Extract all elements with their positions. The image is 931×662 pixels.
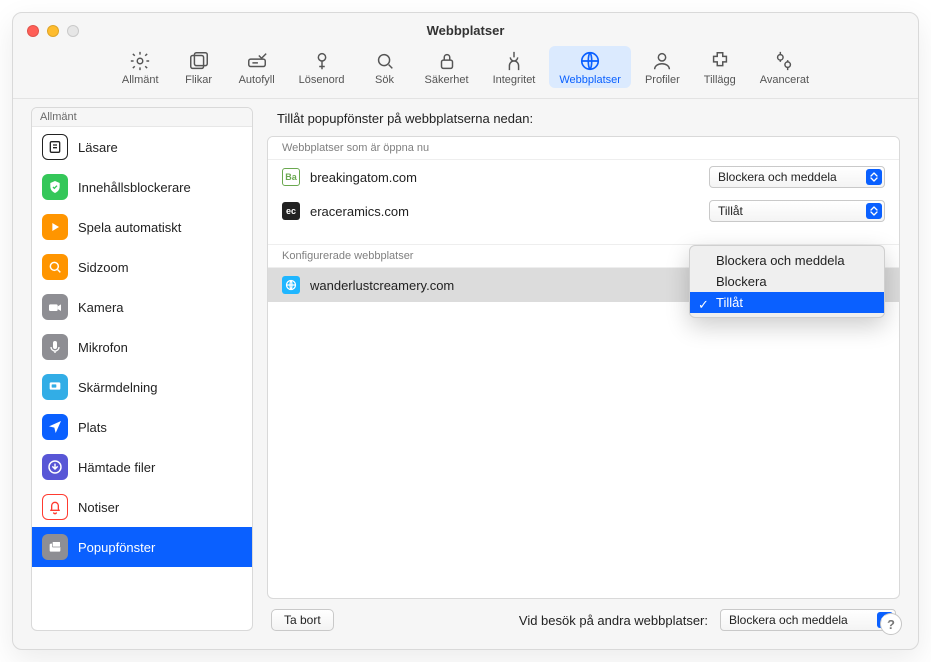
dropdown-option[interactable]: ✓ Tillåt xyxy=(690,292,884,313)
toolbar-tab-tabs[interactable]: Flikar xyxy=(173,46,225,88)
sidebar-item-pagezoom[interactable]: Sidzoom xyxy=(32,247,252,287)
permission-dropdown-menu[interactable]: Blockera och meddela Blockera ✓ Tillåt xyxy=(689,245,885,318)
toolbar-tab-search[interactable]: Sök xyxy=(359,46,411,88)
window-title: Webbplatser xyxy=(13,13,918,38)
chevron-updown-icon xyxy=(869,206,879,216)
sidebar-item-label: Sidzoom xyxy=(78,260,129,275)
popups-icon xyxy=(42,534,68,560)
main-panel: Tillåt popupfönster på webbplatserna ned… xyxy=(267,107,900,631)
sidebar-item-label: Popupfönster xyxy=(78,540,155,555)
default-behavior-label: Vid besök på andra webbplatser: xyxy=(519,613,708,628)
panel-footer: Ta bort Vid besök på andra webbplatser: … xyxy=(267,599,900,631)
toolbar-tab-security[interactable]: Säkerhet xyxy=(415,46,479,88)
sidebar-item-label: Notiser xyxy=(78,500,119,515)
camera-icon xyxy=(42,294,68,320)
toolbar-tab-extensions[interactable]: Tillägg xyxy=(694,46,746,88)
preferences-window: Webbplatser Allmänt Flikar Autofyll Lösenor… xyxy=(12,12,919,650)
toolbar-tab-label: Integritet xyxy=(493,74,536,86)
reader-icon xyxy=(42,134,68,160)
sidebar-item-label: Läsare xyxy=(78,140,118,155)
pagezoom-icon xyxy=(42,254,68,280)
screenshare-icon xyxy=(42,374,68,400)
sidebar-item-screenshare[interactable]: Skärmdelning xyxy=(32,367,252,407)
toolbar-tab-label: Avancerat xyxy=(760,74,809,86)
site-domain: breakingatom.com xyxy=(310,170,699,185)
contentblk-icon xyxy=(42,174,68,200)
content-area: Allmänt Läsare Innehållsblockerare Spela a… xyxy=(31,107,900,631)
website-row[interactable]: ec eraceramics.com Tillåt xyxy=(268,194,899,228)
permission-value: Blockera och meddela xyxy=(718,170,837,184)
default-behavior-value: Blockera och meddela xyxy=(729,613,848,627)
dropdown-option[interactable]: Blockera och meddela xyxy=(690,250,884,271)
remove-button[interactable]: Ta bort xyxy=(271,609,334,631)
chevron-updown-icon xyxy=(869,172,879,182)
toolbar-tab-passwords[interactable]: Lösenord xyxy=(289,46,355,88)
sidebar-item-microphone[interactable]: Mikrofon xyxy=(32,327,252,367)
websites-table: Webbplatser som är öppna nu Ba breakingat… xyxy=(267,136,900,599)
sidebar-item-contentblk[interactable]: Innehållsblockerare xyxy=(32,167,252,207)
toolbar-tab-websites[interactable]: Webbplatser xyxy=(549,46,631,88)
microphone-icon xyxy=(42,334,68,360)
downloads-icon xyxy=(42,454,68,480)
permission-value: Tillåt xyxy=(718,204,743,218)
toolbar-tab-label: Tillägg xyxy=(704,74,736,86)
location-icon xyxy=(42,414,68,440)
close-window-button[interactable] xyxy=(27,25,39,37)
window-controls xyxy=(27,25,79,37)
toolbar-tab-label: Profiler xyxy=(645,74,680,86)
site-domain: eraceramics.com xyxy=(310,204,699,219)
zoom-window-button[interactable] xyxy=(67,25,79,37)
minimize-window-button[interactable] xyxy=(47,25,59,37)
toolbar-tab-label: Autofyll xyxy=(239,74,275,86)
site-favicon xyxy=(282,276,300,294)
permission-select[interactable]: Blockera och meddela xyxy=(709,166,885,188)
toolbar-tab-label: Sök xyxy=(375,74,394,86)
dropdown-option-label: Blockera och meddela xyxy=(716,253,845,268)
toolbar-tab-privacy[interactable]: Integritet xyxy=(483,46,546,88)
sidebar-item-label: Mikrofon xyxy=(78,340,128,355)
site-favicon: Ba xyxy=(282,168,300,186)
preferences-toolbar: Allmänt Flikar Autofyll Lösenord Sök Säkerhet… xyxy=(13,46,918,99)
toolbar-tab-profiles[interactable]: Profiler xyxy=(635,46,690,88)
sidebar-item-label: Hämtade filer xyxy=(78,460,155,475)
default-behavior-select[interactable]: Blockera och meddela xyxy=(720,609,896,631)
checkmark-icon: ✓ xyxy=(698,297,709,313)
sidebar-item-reader[interactable]: Läsare xyxy=(32,127,252,167)
dropdown-option-label: Blockera xyxy=(716,274,767,289)
chevron-updown-icon xyxy=(880,615,890,625)
notifications-icon xyxy=(42,494,68,520)
dropdown-option-label: Tillåt xyxy=(716,295,743,310)
dropdown-option[interactable]: Blockera xyxy=(690,271,884,292)
sidebar-item-popups[interactable]: Popupfönster xyxy=(32,527,252,567)
sidebar-item-camera[interactable]: Kamera xyxy=(32,287,252,327)
toolbar-tab-autofill[interactable]: Autofyll xyxy=(229,46,285,88)
website-row[interactable]: Ba breakingatom.com Blockera och meddela xyxy=(268,160,899,194)
sidebar-item-label: Plats xyxy=(78,420,107,435)
autoplay-icon xyxy=(42,214,68,240)
sidebar-item-label: Innehållsblockerare xyxy=(78,180,191,195)
site-domain: wanderlustcreamery.com xyxy=(310,278,699,293)
toolbar-tab-label: Allmänt xyxy=(122,74,159,86)
panel-description: Tillåt popupfönster på webbplatserna ned… xyxy=(267,107,900,136)
sidebar-item-location[interactable]: Plats xyxy=(32,407,252,447)
permission-select[interactable]: Tillåt xyxy=(709,200,885,222)
sidebar-item-notifications[interactable]: Notiser xyxy=(32,487,252,527)
toolbar-tab-label: Webbplatser xyxy=(559,74,621,86)
sidebar-item-label: Skärmdelning xyxy=(78,380,158,395)
sidebar-item-label: Spela automatiskt xyxy=(78,220,181,235)
settings-sidebar: Allmänt Läsare Innehållsblockerare Spela a… xyxy=(31,107,253,631)
toolbar-tab-label: Lösenord xyxy=(299,74,345,86)
sidebar-section-header: Allmänt xyxy=(32,108,252,127)
toolbar-tab-label: Säkerhet xyxy=(425,74,469,86)
toolbar-tab-label: Flikar xyxy=(185,74,212,86)
toolbar-tab-general[interactable]: Allmänt xyxy=(112,46,169,88)
sidebar-list[interactable]: Läsare Innehållsblockerare Spela automatis… xyxy=(32,127,252,630)
sidebar-item-label: Kamera xyxy=(78,300,124,315)
sidebar-item-autoplay[interactable]: Spela automatiskt xyxy=(32,207,252,247)
toolbar-tab-advanced[interactable]: Avancerat xyxy=(750,46,819,88)
sidebar-item-downloads[interactable]: Hämtade filer xyxy=(32,447,252,487)
section-header-open: Webbplatser som är öppna nu xyxy=(268,137,899,160)
site-favicon: ec xyxy=(282,202,300,220)
